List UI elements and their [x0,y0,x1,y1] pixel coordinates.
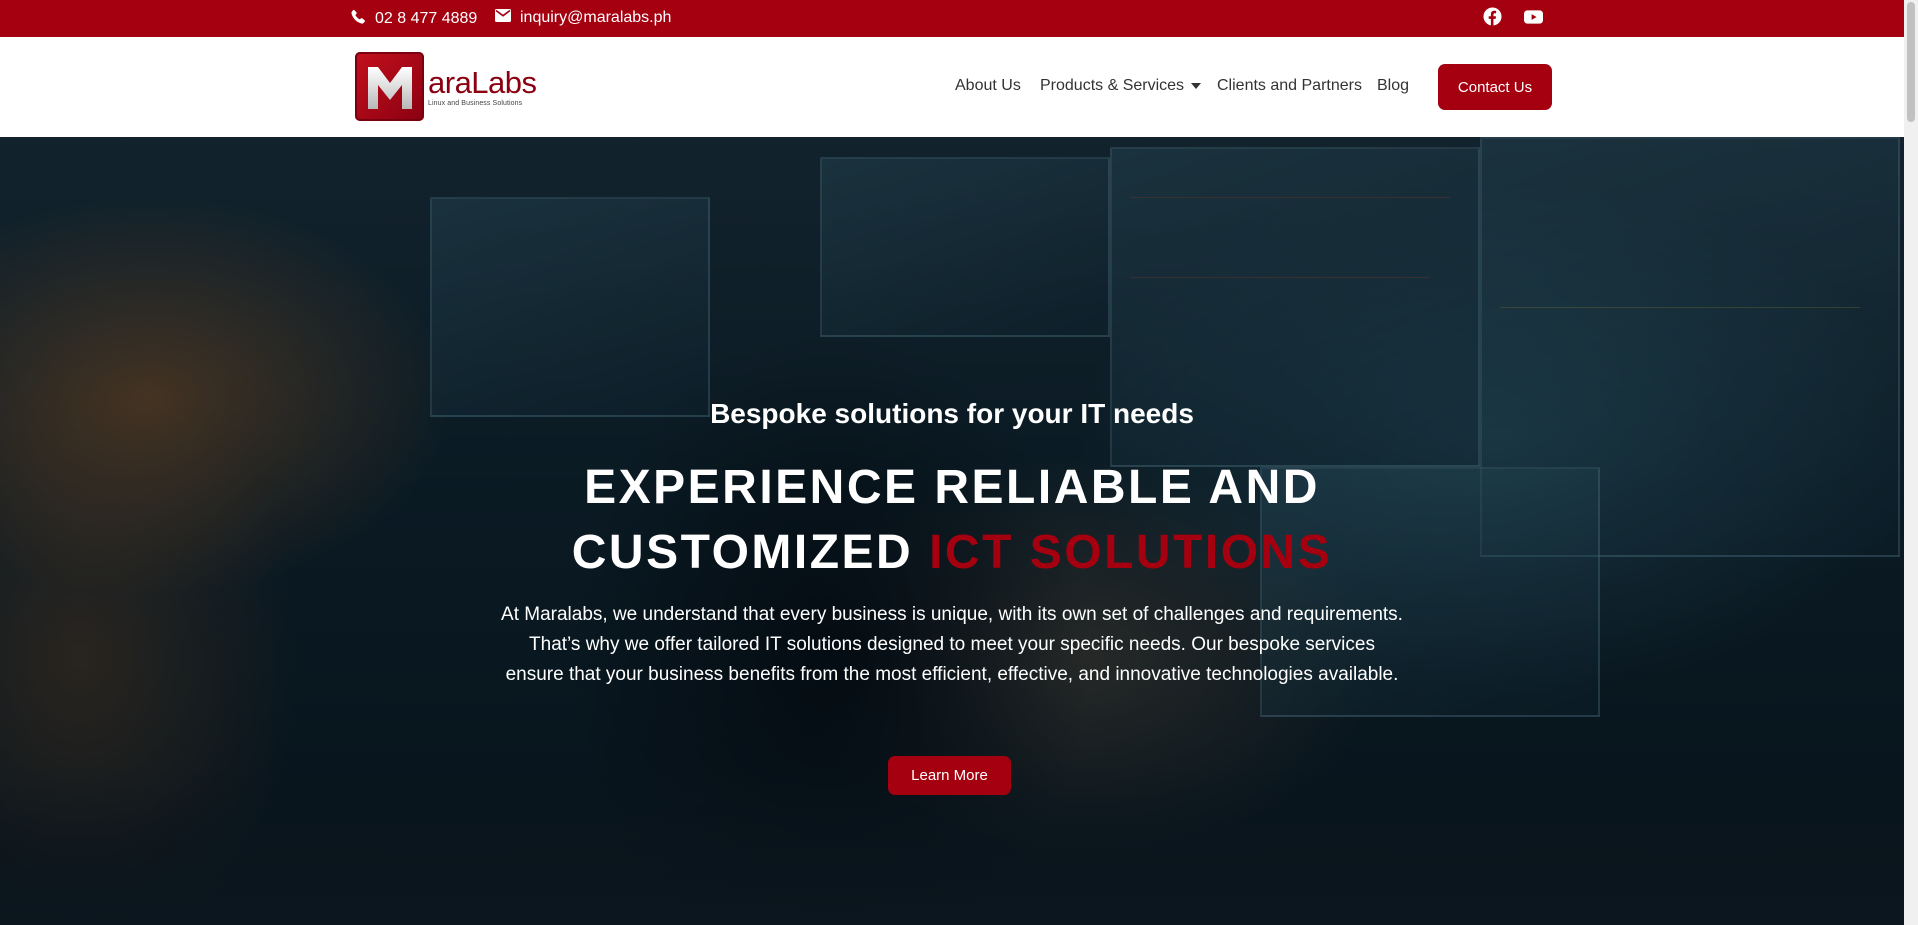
hero-description: At Maralabs, we understand that every bu… [501,604,1403,685]
email-address: inquiry@maralabs.ph [520,9,672,26]
hero-title-white: CUSTOMIZED [571,526,914,579]
hero-title-accent: ICT SOLUTIONS [929,526,1333,579]
nav-clients-label: Clients and Partners [1217,77,1362,94]
hero-title-line2: CUSTOMIZED ICT SOLUTIONS [0,520,1904,585]
hero-title: EXPERIENCE RELIABLE AND CUSTOMIZED ICT S… [0,455,1904,585]
learn-more-button[interactable]: Learn More [888,756,1011,795]
page-scrollbar[interactable] [1904,0,1918,925]
youtube-link[interactable] [1521,7,1545,31]
top-contact-bar: 02 8 477 4889 inquiry@maralabs.ph [0,0,1904,37]
maralabs-logo[interactable]: araLabs Linux and Business Solutions [355,52,537,121]
site-header: araLabs Linux and Business Solutions Abo… [0,37,1904,137]
phone-contact[interactable]: 02 8 477 4889 [351,9,477,29]
nav-blog-label: Blog [1377,77,1410,94]
envelope-icon [495,9,511,27]
scrollbar-thumb[interactable] [1907,2,1915,122]
nav-products-label: Products & Services [1040,77,1185,94]
logo-mark [355,52,424,121]
hero-section: Bespoke solutions for your IT needs EXPE… [0,137,1904,925]
logo-wordmark: araLabs [428,64,537,100]
nav-about-us[interactable]: About Us [955,77,1021,95]
nav-clients-partners[interactable]: Clients and Partners [1217,77,1362,95]
contact-us-button[interactable]: Contact Us [1438,64,1552,110]
email-contact[interactable]: inquiry@maralabs.ph [495,9,671,27]
phone-number: 02 8 477 4889 [375,10,478,27]
facebook-link[interactable] [1480,7,1504,31]
logo-tagline: Linux and Business Solutions [428,99,523,107]
caret-down-icon [1191,83,1202,89]
phone-icon [351,9,366,29]
hero-title-line1: EXPERIENCE RELIABLE AND [584,461,1320,514]
nav-about-label: About Us [955,77,1021,94]
facebook-icon [1482,7,1502,31]
nav-blog[interactable]: Blog [1377,77,1409,95]
youtube-icon [1523,9,1543,29]
hero-subtitle: Bespoke solutions for your IT needs [710,398,1194,429]
nav-products-services[interactable]: Products & Services [1040,77,1202,95]
